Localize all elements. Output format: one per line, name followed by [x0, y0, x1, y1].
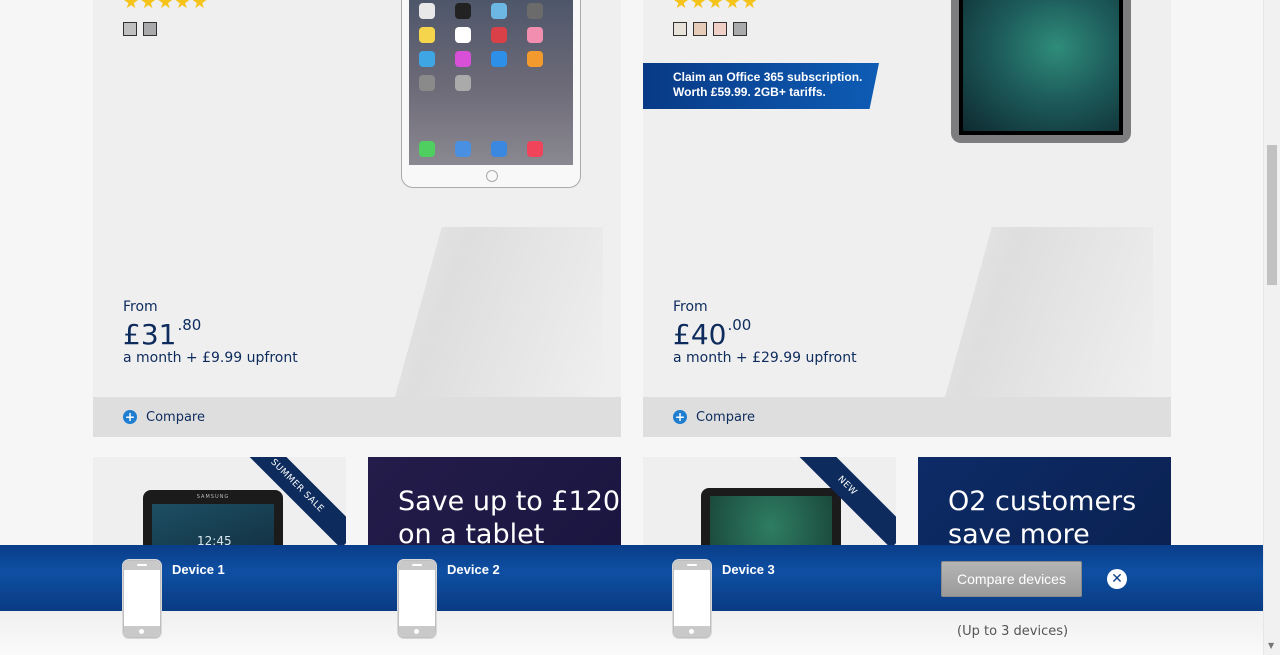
price-from-label: From	[123, 299, 158, 315]
phone-placeholder-icon	[398, 560, 436, 638]
slot-label: Device 2	[447, 562, 500, 577]
compare-devices-button[interactable]: Compare devices	[941, 561, 1082, 597]
compare-limit-note: (Up to 3 devices)	[957, 624, 1069, 639]
product-image-samsung-tablet: SAMSUNG 12:45	[143, 490, 283, 547]
scrollbar-thumb[interactable]	[1267, 145, 1277, 285]
price-upfront: a month + £9.99 upfront	[123, 350, 298, 366]
product-listing: ★★★★★ From £31.80 a month + £9.99 upfron…	[0, 0, 1263, 655]
rating-stars: ★★★★★	[123, 0, 209, 13]
phone-placeholder-icon	[673, 560, 711, 638]
color-swatch-silver[interactable]	[673, 22, 687, 36]
color-swatch-space-grey[interactable]	[733, 22, 747, 36]
color-swatches	[123, 22, 157, 36]
monthly-price: £40.00	[673, 316, 752, 351]
slot-label: Device 3	[722, 562, 775, 577]
promo-headline: Save up to £120 on a tablet	[398, 486, 621, 547]
plus-icon: +	[123, 410, 137, 424]
product-image-ipad-white[interactable]	[401, 0, 581, 188]
compare-toggle[interactable]: + Compare	[643, 397, 1171, 437]
vertical-scrollbar[interactable]: ▼	[1263, 0, 1280, 655]
product-image-ipad-pro[interactable]	[951, 0, 1131, 143]
compare-label: Compare	[146, 409, 205, 425]
color-swatch-rose-gold[interactable]	[713, 22, 727, 36]
phone-placeholder-icon	[123, 560, 161, 638]
product-card-ipad-air[interactable]: ★★★★★ From £31.80 a month + £9.99 upfron…	[93, 0, 621, 437]
promo-tile-o2-customers[interactable]: O2 customers save more	[918, 457, 1171, 547]
close-icon[interactable]: ✕	[1107, 569, 1127, 589]
color-swatches	[673, 22, 747, 36]
product-card-ipad-pro[interactable]: ★★★★★ Claim an Office 365 subscription. …	[643, 0, 1171, 437]
product-image-ipad	[701, 488, 841, 547]
color-swatch-gold[interactable]	[693, 22, 707, 36]
product-tile-ipad-new[interactable]: NEW	[643, 457, 896, 547]
price-from-label: From	[673, 299, 708, 315]
compare-label: Compare	[696, 409, 755, 425]
rating-stars: ★★★★★	[673, 0, 759, 13]
promo-headline: O2 customers save more	[948, 486, 1137, 547]
promo-tile-tablet-saving[interactable]: Save up to £120 on a tablet	[368, 457, 621, 547]
promo-ribbon: Claim an Office 365 subscription. Worth …	[643, 63, 879, 109]
scroll-down-arrow-icon[interactable]: ▼	[1268, 641, 1274, 650]
slot-label: Device 1	[172, 562, 225, 577]
compare-toggle[interactable]: + Compare	[93, 397, 621, 437]
color-swatch-silver[interactable]	[123, 22, 137, 36]
plus-icon: +	[673, 410, 687, 424]
product-tile-samsung-tablet[interactable]: SAMSUNG 12:45 SUMMER SALE	[93, 457, 346, 547]
price-upfront: a month + £29.99 upfront	[673, 350, 857, 366]
monthly-price: £31.80	[123, 316, 202, 351]
color-swatch-space-grey[interactable]	[143, 22, 157, 36]
